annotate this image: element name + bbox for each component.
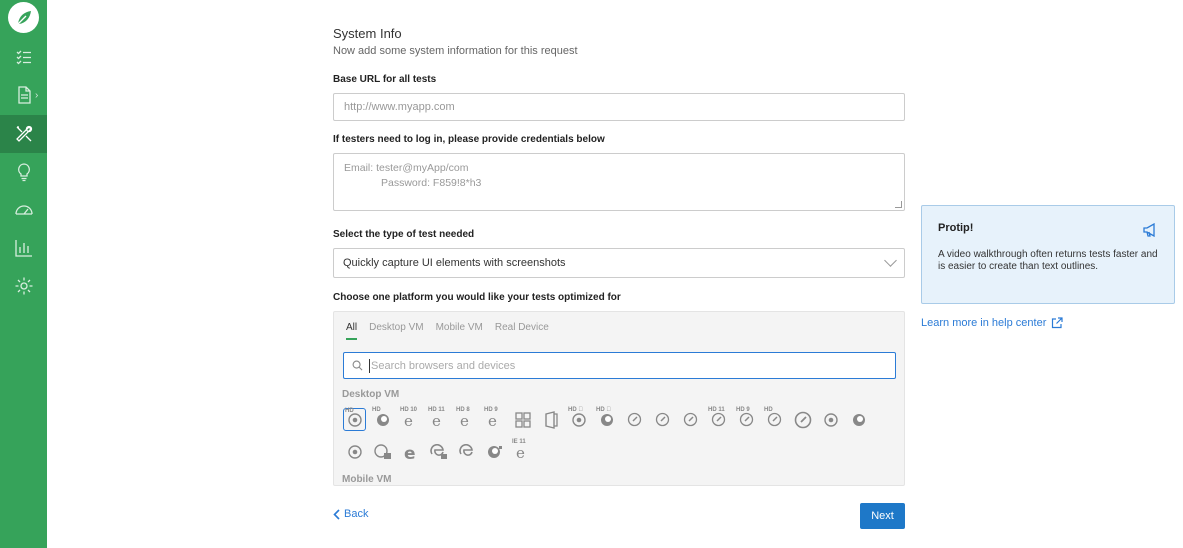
tools-icon[interactable] (0, 115, 47, 153)
office-icon[interactable] (539, 408, 562, 431)
next-button[interactable]: Next (860, 503, 905, 529)
protip-card: Protip! A video walkthrough often return… (921, 205, 1175, 304)
test-type-value: Quickly capture UI elements with screens… (343, 257, 566, 269)
tab-mobile-vm[interactable]: Mobile VM (436, 322, 483, 340)
desktop-browser-row-2: e IE 11 e (343, 439, 534, 463)
safari-14-icon[interactable] (679, 408, 702, 431)
chrome-beta-icon[interactable] (819, 408, 842, 431)
credentials-textarea[interactable]: Email: tester@myApp/com Password: F859!8… (333, 153, 905, 211)
protip-body: A video walkthrough often returns tests … (938, 249, 1158, 272)
section-desktop-vm: Desktop VM (342, 389, 400, 400)
svg-text:e: e (460, 413, 469, 427)
search-icon (352, 360, 363, 371)
ie8-hd-icon[interactable]: HD 8e (455, 407, 478, 431)
svg-text:e: e (488, 413, 497, 427)
resize-handle-icon[interactable] (895, 201, 902, 208)
document-icon[interactable]: › (0, 76, 47, 114)
ie11-windows-icon[interactable]: IE 11 e (511, 439, 534, 463)
safari-tech-preview-icon[interactable] (791, 408, 814, 431)
edge-chromium-windows-icon[interactable] (427, 440, 450, 463)
chrome-windows-icon[interactable] (371, 440, 394, 463)
search-placeholder: Search browsers and devices (371, 359, 516, 372)
external-link-icon (1052, 317, 1063, 329)
ie10-hd-icon[interactable]: HD 10 e (399, 407, 422, 431)
back-button[interactable]: Back (333, 508, 368, 520)
safari-13-icon[interactable] (651, 408, 674, 431)
credentials-line-email: Email: tester@myApp/com (344, 162, 469, 174)
safari-12-icon[interactable] (623, 408, 646, 431)
platform-search-input[interactable]: Search browsers and devices (343, 352, 896, 379)
svg-text:e: e (404, 413, 413, 427)
chrome-mac-hd-icon[interactable]: HD  (567, 407, 590, 431)
firefox-hd-icon[interactable]: HD (371, 407, 394, 431)
lightbulb-icon[interactable] (0, 153, 47, 191)
page-subtitle: Now add some system information for this… (333, 45, 578, 57)
dashboard-icon[interactable] (0, 191, 47, 229)
tab-all[interactable]: All (346, 322, 358, 340)
leaf-logo-icon[interactable] (8, 2, 39, 33)
firefox-beta-icon[interactable] (847, 408, 870, 431)
base-url-input[interactable]: http://www.myapp.com (333, 93, 905, 121)
sidebar: › (0, 0, 47, 548)
chromium-icon[interactable] (343, 440, 366, 463)
credentials-line-password: Password: F859!8*h3 (381, 177, 482, 189)
chevron-down-icon (884, 254, 897, 267)
platform-label: Choose one platform you would like your … (333, 292, 621, 303)
learn-more-label: Learn more in help center (921, 317, 1047, 329)
edge-icon[interactable]: e (399, 440, 422, 463)
safari-hd-11-icon[interactable]: HD 11 (707, 407, 730, 431)
chart-icon[interactable] (0, 229, 47, 267)
firefox-windows-icon[interactable] (483, 440, 506, 463)
svg-text:e: e (432, 413, 441, 427)
ie9-hd-icon[interactable]: HD 9e (483, 407, 506, 431)
platform-selector: All Desktop VM Mobile VM Real Device Sea… (333, 311, 905, 486)
chevron-right-icon: › (35, 89, 39, 101)
chevron-left-icon (333, 508, 340, 520)
credentials-label: If testers need to log in, please provid… (333, 134, 605, 145)
safari-hd-icon[interactable]: HD (763, 407, 786, 431)
tab-desktop-vm[interactable]: Desktop VM (369, 322, 423, 340)
back-button-label: Back (344, 508, 369, 520)
ie11-hd-icon[interactable]: HD 11 e (427, 407, 450, 431)
svg-text:e: e (516, 445, 525, 459)
safari-hd-9-icon[interactable]: HD 9 (735, 407, 758, 431)
page-title: System Info (333, 26, 402, 41)
test-type-select[interactable]: Quickly capture UI elements with screens… (333, 248, 905, 278)
base-url-label: Base URL for all tests (333, 74, 437, 85)
edge-chromium-icon[interactable] (455, 440, 478, 463)
tab-real-device[interactable]: Real Device (495, 322, 549, 340)
settings-icon[interactable] (0, 267, 47, 305)
tasks-icon[interactable] (0, 38, 47, 76)
protip-title: Protip! (938, 222, 974, 234)
section-mobile-vm: Mobile VM (342, 474, 392, 485)
desktop-browser-row-1: HD HD HD 10e HD 11e HD 8e HD 9e HD  HD … (343, 407, 870, 431)
test-type-label: Select the type of test needed (333, 229, 475, 240)
grid-apps-icon[interactable] (511, 408, 534, 431)
svg-text:e: e (404, 444, 416, 460)
base-url-placeholder: http://www.myapp.com (344, 101, 455, 113)
platform-tabs: All Desktop VM Mobile VM Real Device (346, 322, 549, 340)
chrome-hd-icon[interactable]: HD (343, 408, 366, 431)
learn-more-link[interactable]: Learn more in help center (921, 317, 1063, 329)
text-caret (369, 358, 370, 373)
megaphone-icon (1143, 223, 1155, 237)
firefox-mac-hd-icon[interactable]: HD  (595, 407, 618, 431)
